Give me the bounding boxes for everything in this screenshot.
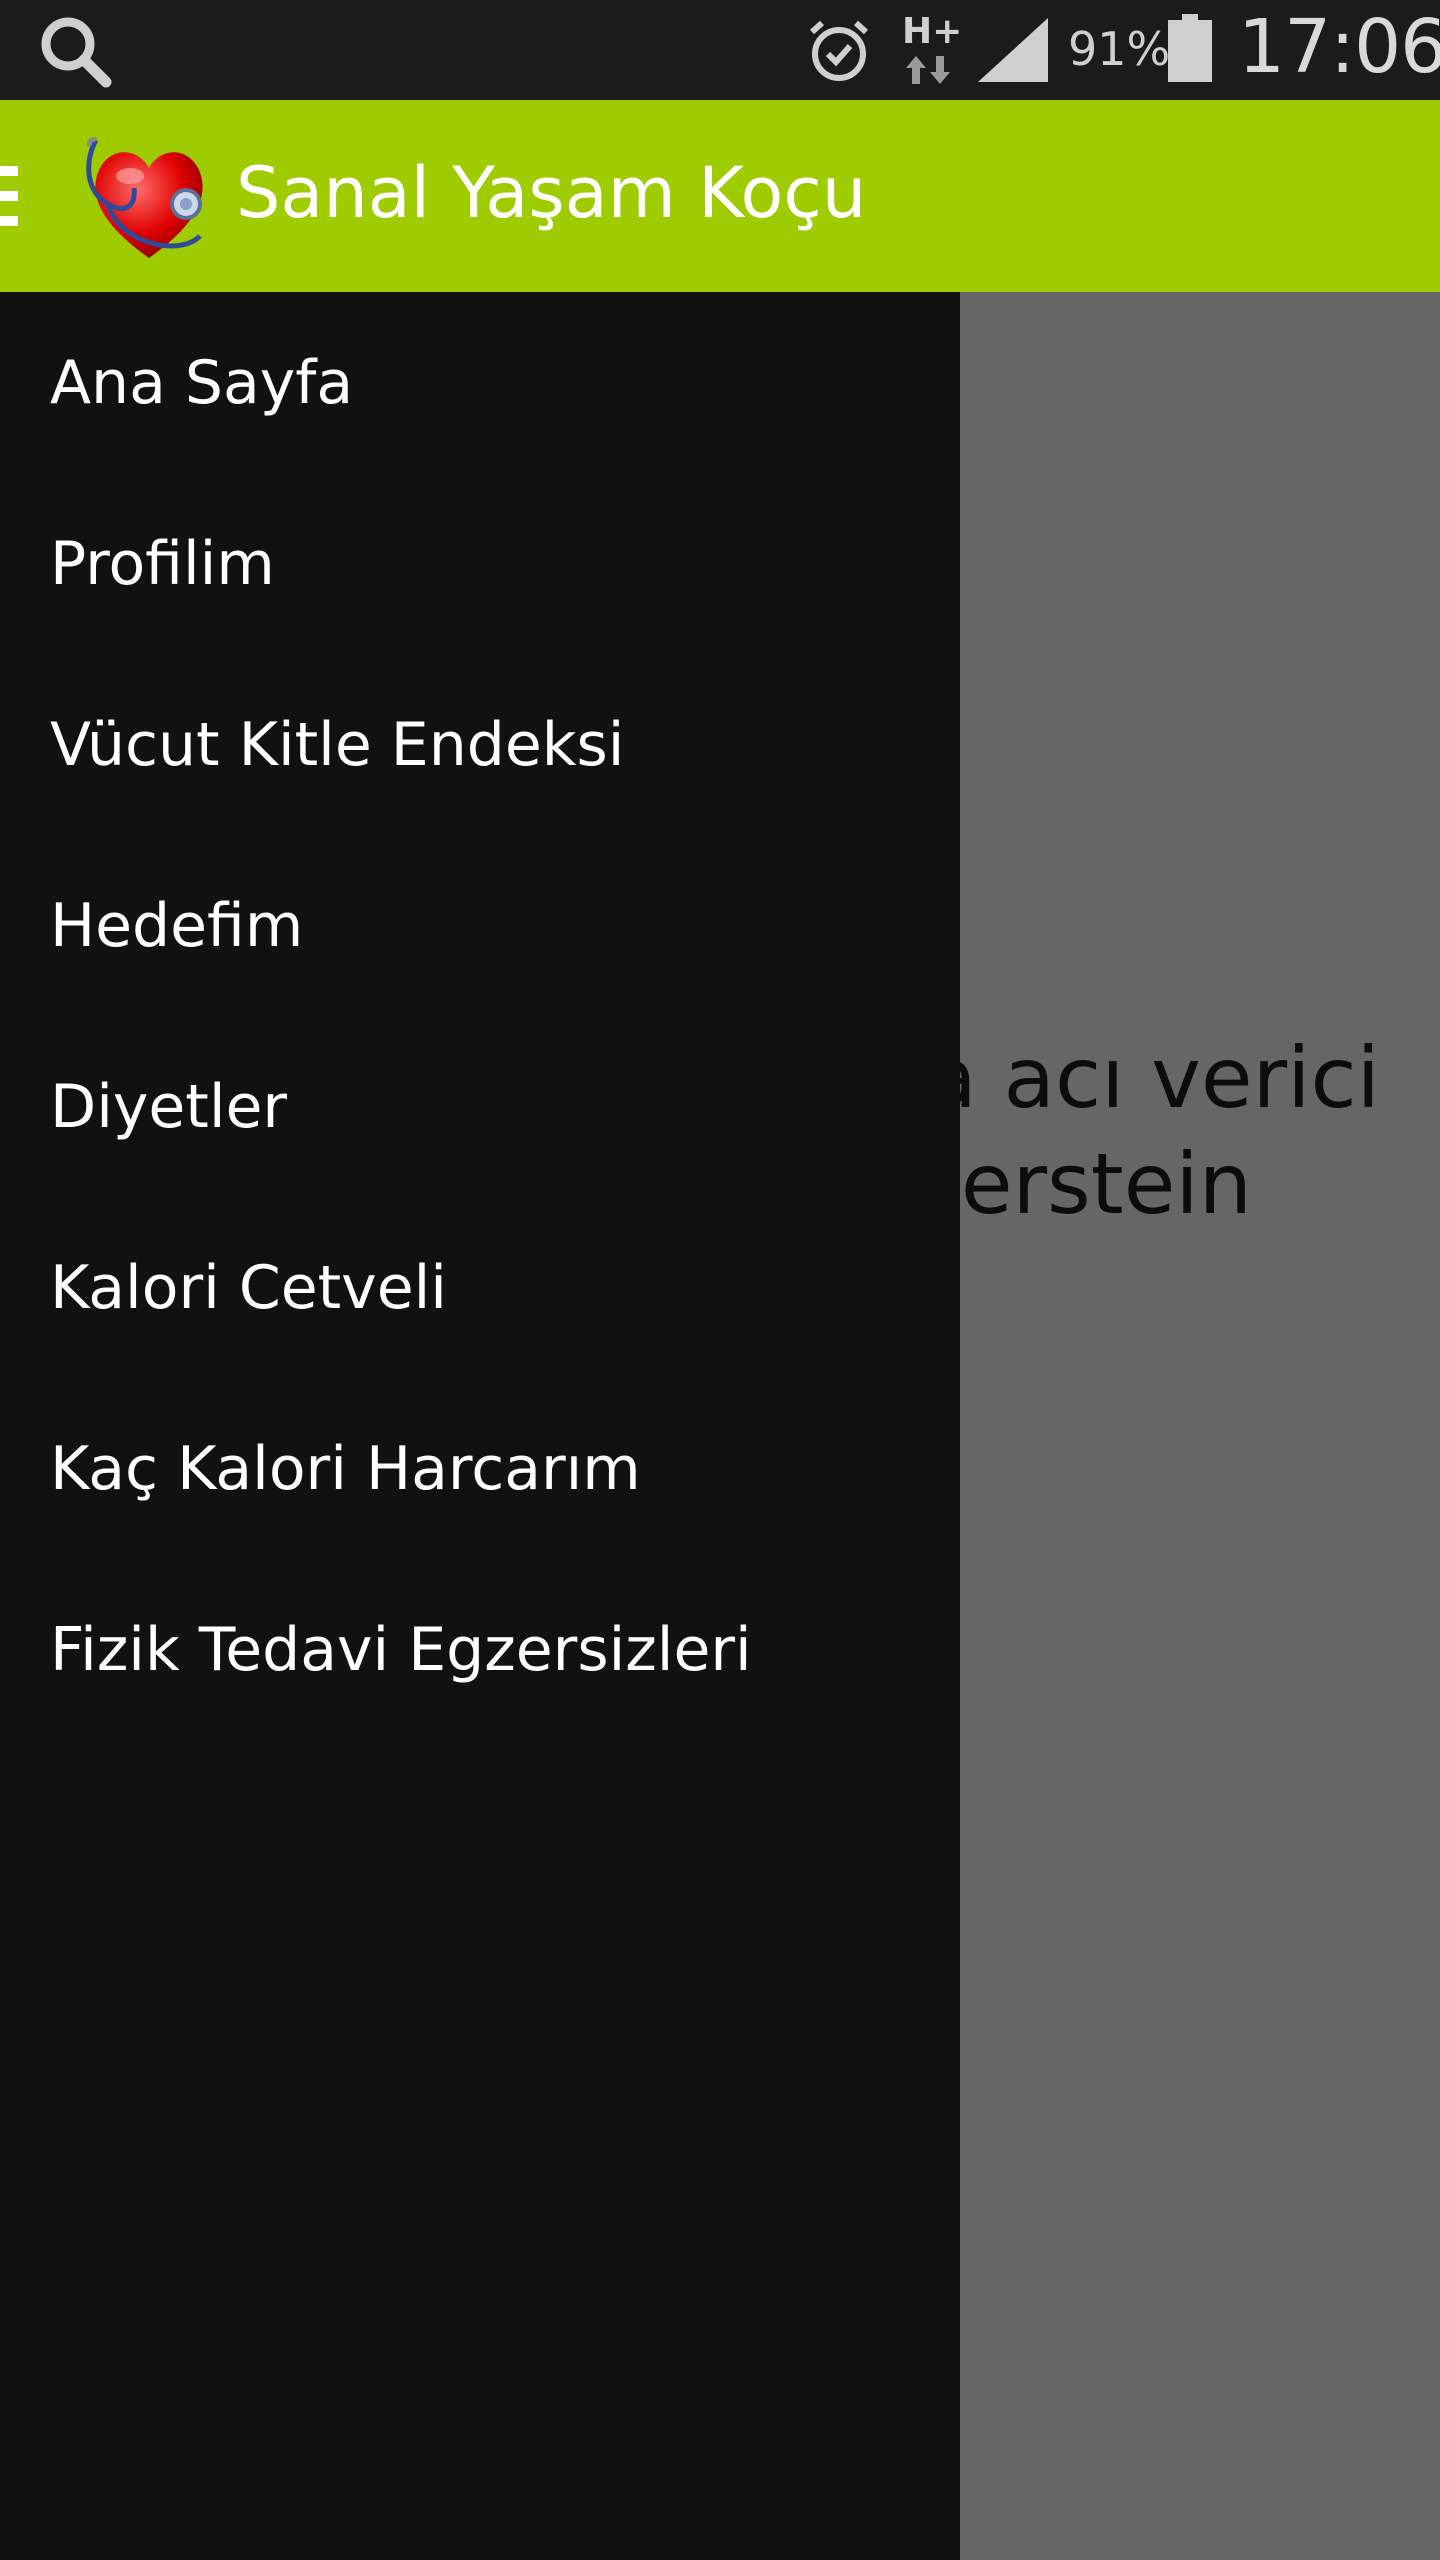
- drawer-item-label: Diyetler: [50, 1071, 288, 1142]
- drawer-item-kalori-cetveli[interactable]: Kalori Cetveli: [0, 1197, 960, 1378]
- network-type-label: H+: [902, 11, 963, 52]
- drawer-item-label: Kalori Cetveli: [50, 1252, 447, 1323]
- network-hplus-icon: H+: [902, 12, 972, 92]
- drawer-item-label: Profilim: [50, 528, 275, 599]
- drawer-item-label: Ana Sayfa: [50, 347, 354, 418]
- drawer-item-fizik-tedavi-egzersizleri[interactable]: Fizik Tedavi Egzersizleri: [0, 1559, 960, 1740]
- drawer-item-label: Fizik Tedavi Egzersizleri: [50, 1614, 752, 1685]
- drawer-item-profilim[interactable]: Profilim: [0, 473, 960, 654]
- action-bar: Sanal Yaşam Koçu: [0, 100, 1440, 292]
- drawer-item-ana-sayfa[interactable]: Ana Sayfa: [0, 292, 960, 473]
- data-arrows-icon: [906, 56, 950, 84]
- drawer-item-hedefim[interactable]: Hedefim: [0, 835, 960, 1016]
- heart-stethoscope-icon[interactable]: [78, 132, 220, 262]
- signal-icon: [978, 18, 1048, 82]
- battery-percent: 91%: [1068, 22, 1171, 76]
- navigation-drawer: Ana Sayfa Profilim Vücut Kitle Endeksi H…: [0, 292, 960, 2560]
- drawer-item-label: Vücut Kitle Endeksi: [50, 709, 625, 780]
- alarm-icon: [809, 20, 869, 81]
- drawer-item-vucut-kitle-endeksi[interactable]: Vücut Kitle Endeksi: [0, 654, 960, 835]
- clock: 17:06: [1238, 4, 1440, 90]
- app-title: Sanal Yaşam Koçu: [236, 152, 867, 234]
- status-bar: H+ 91% 17:06: [0, 0, 1440, 100]
- drawer-item-kac-kalori-harcarim[interactable]: Kaç Kalori Harcarım: [0, 1378, 960, 1559]
- drawer-indicator-icon[interactable]: [0, 164, 20, 228]
- battery-icon: [1168, 14, 1212, 82]
- drawer-item-label: Hedefim: [50, 890, 304, 961]
- search-icon[interactable]: [38, 14, 114, 90]
- drawer-menu: Ana Sayfa Profilim Vücut Kitle Endeksi H…: [0, 292, 960, 1740]
- drawer-item-label: Kaç Kalori Harcarım: [50, 1433, 641, 1504]
- drawer-item-diyetler[interactable]: Diyetler: [0, 1016, 960, 1197]
